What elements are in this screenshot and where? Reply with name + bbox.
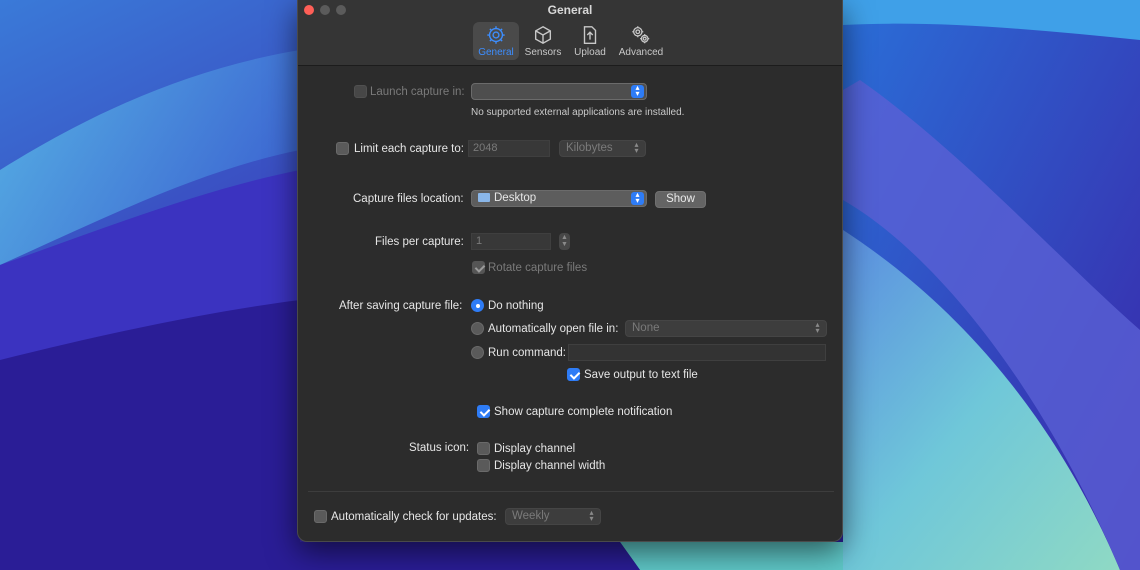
rotate-capture-checkbox[interactable] <box>472 261 485 274</box>
gears-icon <box>632 26 650 44</box>
auto-open-popup[interactable]: None ▴ ▾ <box>625 320 827 337</box>
popup-arrows-icon: ▴ ▾ <box>589 508 594 523</box>
popup-arrows-icon: ▴ ▾ <box>634 140 639 155</box>
limit-unit-value: Kilobytes <box>566 142 613 154</box>
show-notification-checkbox[interactable] <box>477 405 490 418</box>
show-button[interactable]: Show <box>655 191 706 208</box>
files-per-capture-field[interactable]: 1 <box>471 233 551 250</box>
tab-sensors[interactable]: Sensors <box>520 22 566 60</box>
rotate-capture-label: Rotate capture files <box>488 262 588 274</box>
preferences-window: General General Sensors Upload Advanced … <box>297 0 843 542</box>
files-per-capture-stepper[interactable]: ▲ ▼ <box>559 233 570 250</box>
launch-capture-label: Launch capture in: <box>370 86 465 98</box>
after-saving-label: After saving capture file: <box>339 300 463 312</box>
tab-upload-label: Upload <box>574 47 606 58</box>
tab-upload[interactable]: Upload <box>567 22 613 60</box>
cube-icon <box>534 25 552 45</box>
location-label: Capture files location: <box>353 193 464 205</box>
save-output-checkbox[interactable] <box>567 368 580 381</box>
tab-advanced-label: Advanced <box>618 47 664 58</box>
launch-capture-popup[interactable]: ▴ ▾ <box>471 83 647 100</box>
window-titlebar: General General Sensors Upload Advanced <box>298 0 842 66</box>
tab-sensors-label: Sensors <box>524 47 562 58</box>
tab-general[interactable]: General <box>473 22 519 60</box>
run-command-field[interactable] <box>568 344 826 361</box>
display-channel-label: Display channel <box>494 443 576 455</box>
limit-capture-checkbox[interactable] <box>336 142 349 155</box>
launch-capture-note: No supported external applications are i… <box>471 107 685 118</box>
tab-general-label: General <box>478 47 514 58</box>
updates-frequency-value: Weekly <box>512 510 550 522</box>
tab-advanced[interactable]: Advanced <box>618 22 664 60</box>
limit-capture-label: Limit each capture to: <box>354 143 464 155</box>
popup-arrows-icon: ▴ ▾ <box>815 320 820 335</box>
files-per-capture-label: Files per capture: <box>375 236 464 248</box>
display-channel-width-label: Display channel width <box>494 460 606 472</box>
save-output-label: Save output to text file <box>584 369 698 381</box>
limit-unit-popup[interactable]: Kilobytes ▴ ▾ <box>559 140 646 157</box>
section-divider <box>308 491 834 492</box>
show-notification-label: Show capture complete notification <box>494 406 673 418</box>
window-title: General <box>547 3 593 17</box>
popup-arrows-icon: ▴ ▾ <box>631 84 644 98</box>
upload-icon <box>583 26 597 44</box>
folder-icon <box>478 193 490 202</box>
display-channel-checkbox[interactable] <box>477 442 490 455</box>
auto-open-value: None <box>632 322 660 334</box>
launch-capture-checkbox[interactable] <box>354 85 367 98</box>
location-value: Desktop <box>494 192 537 204</box>
auto-updates-label: Automatically check for updates: <box>331 511 497 523</box>
updates-frequency-popup[interactable]: Weekly ▴ ▾ <box>505 508 601 525</box>
location-popup[interactable]: Desktop ▴ ▾ <box>471 190 647 207</box>
limit-capture-field[interactable]: 2048 <box>468 140 550 157</box>
run-command-radio[interactable] <box>471 346 484 359</box>
do-nothing-radio[interactable] <box>471 299 484 312</box>
auto-updates-checkbox[interactable] <box>314 510 327 523</box>
run-command-label: Run command: <box>488 347 566 359</box>
do-nothing-label: Do nothing <box>488 300 544 312</box>
auto-open-label: Automatically open file in: <box>488 323 619 335</box>
popup-arrows-icon: ▴ ▾ <box>631 191 644 205</box>
auto-open-radio[interactable] <box>471 322 484 335</box>
status-icon-label: Status icon: <box>409 442 470 454</box>
gear-icon <box>487 26 505 44</box>
display-channel-width-checkbox[interactable] <box>477 459 490 472</box>
